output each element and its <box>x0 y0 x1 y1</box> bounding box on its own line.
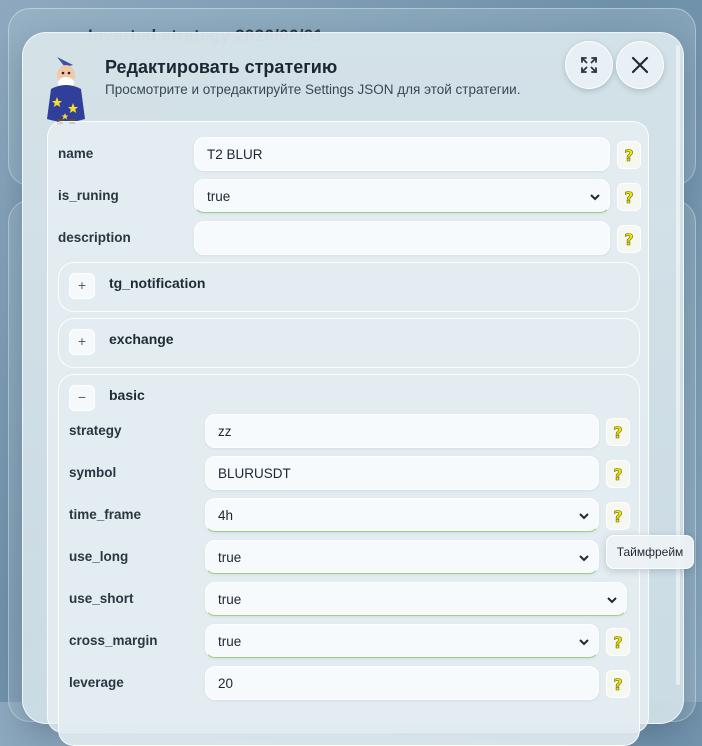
leverage-label: leverage <box>69 675 124 690</box>
leverage-help-button[interactable]: ? <box>606 670 630 698</box>
time-frame-help-button[interactable]: ? <box>606 502 630 530</box>
time-frame-value: 4h <box>218 508 234 523</box>
svg-text:?: ? <box>624 188 633 206</box>
is-runing-help-button[interactable]: ? <box>617 183 641 211</box>
use-short-label: use_short <box>69 591 134 606</box>
expand-button[interactable] <box>565 41 613 89</box>
chevron-down-icon <box>579 639 589 646</box>
section-title: basic <box>109 387 145 403</box>
description-label: description <box>58 230 131 245</box>
expand-toggle-button[interactable]: + <box>69 329 95 355</box>
name-input[interactable]: T2 BLUR <box>194 137 610 171</box>
modal-subtitle: Просмотрите и отредактируйте Settings JS… <box>105 82 521 97</box>
symbol-input[interactable]: BLURUSDT <box>205 456 599 490</box>
section-basic: − basic strategy zz ? symbol BLURUSDT ? … <box>58 374 640 746</box>
svg-text:?: ? <box>613 675 622 693</box>
edit-strategy-modal: Редактировать стратегию Просмотрите и от… <box>22 32 684 746</box>
strategy-label: strategy <box>69 423 122 438</box>
is-runing-value: true <box>207 189 231 204</box>
time-frame-label: time_frame <box>69 507 142 522</box>
name-help-button[interactable]: ? <box>617 141 641 169</box>
help-icon: ? <box>624 230 634 248</box>
name-label: name <box>58 146 94 161</box>
help-icon: ? <box>613 633 623 651</box>
wizard-mascot-icon <box>47 57 85 124</box>
cross-margin-label: cross_margin <box>69 633 158 648</box>
close-icon <box>631 56 649 74</box>
settings-form-panel: name T2 BLUR ? is_runing true ? descript… <box>47 121 649 746</box>
help-icon: ? <box>613 465 623 483</box>
section-tg-notification[interactable]: + tg_notification <box>58 262 640 312</box>
chevron-down-icon <box>607 597 617 604</box>
section-exchange[interactable]: + exchange <box>58 318 640 368</box>
help-icon: ? <box>613 423 623 441</box>
svg-text:?: ? <box>624 230 633 248</box>
help-icon: ? <box>613 675 623 693</box>
svg-text:?: ? <box>624 146 633 164</box>
help-icon: ? <box>624 188 634 206</box>
section-title: exchange <box>109 331 174 347</box>
close-button[interactable] <box>616 41 664 89</box>
modal-title: Редактировать стратегию <box>105 57 338 77</box>
use-short-value: true <box>218 592 242 607</box>
use-short-select[interactable]: true <box>205 582 627 616</box>
cross-margin-value: true <box>218 634 242 649</box>
expand-icon <box>581 57 597 73</box>
is-runing-select[interactable]: true <box>194 179 610 213</box>
description-help-button[interactable]: ? <box>617 225 641 253</box>
svg-text:?: ? <box>613 507 622 525</box>
symbol-label: symbol <box>69 465 117 480</box>
time-frame-tooltip: Таймфрейм <box>606 535 694 569</box>
scrollbar[interactable] <box>676 45 680 685</box>
help-icon: ? <box>624 146 634 164</box>
cross-margin-help-button[interactable]: ? <box>606 628 630 656</box>
section-title: tg_notification <box>109 275 206 291</box>
use-long-value: true <box>218 550 242 565</box>
use-long-label: use_long <box>69 549 129 564</box>
svg-text:?: ? <box>613 465 622 483</box>
cross-margin-select[interactable]: true <box>205 624 599 658</box>
chevron-down-icon <box>590 194 600 201</box>
strategy-input[interactable]: zz <box>205 414 599 448</box>
expand-toggle-button[interactable]: + <box>69 273 95 299</box>
symbol-help-button[interactable]: ? <box>606 460 630 488</box>
chevron-down-icon <box>579 513 589 520</box>
time-frame-select[interactable]: 4h <box>205 498 599 532</box>
strategy-help-button[interactable]: ? <box>606 418 630 446</box>
leverage-input[interactable]: 20 <box>205 666 599 700</box>
svg-text:?: ? <box>613 633 622 651</box>
use-long-select[interactable]: true <box>205 540 599 574</box>
help-icon: ? <box>613 507 623 525</box>
is-runing-label: is_runing <box>58 188 119 203</box>
collapse-toggle-button[interactable]: − <box>69 385 95 411</box>
svg-text:?: ? <box>613 423 622 441</box>
description-input[interactable] <box>194 221 610 255</box>
chevron-down-icon <box>579 555 589 562</box>
